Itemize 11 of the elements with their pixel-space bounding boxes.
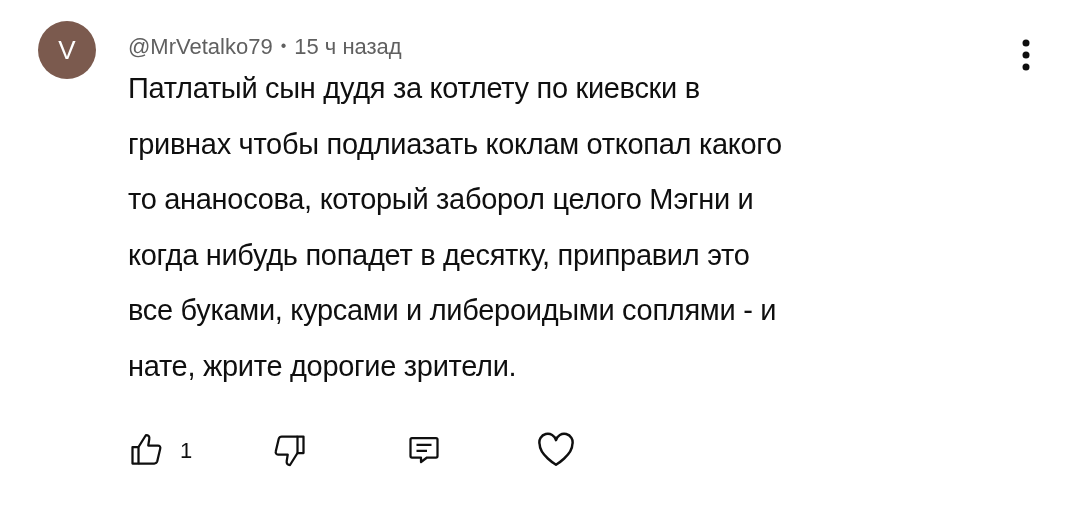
like-button[interactable] [128, 432, 164, 468]
more-icon[interactable] [1022, 39, 1030, 71]
heart-button[interactable] [536, 432, 577, 468]
separator: • [280, 36, 287, 56]
author-name[interactable]: @MrVetalko79 [128, 29, 273, 63]
thumbs-up-icon [128, 432, 164, 468]
comment-text: Патлатый сын дудя за котлету по киевски в гривнах чтобы подлиазать коклам откопал какого то ананосова, который заборол целого Мэгни и когда нибудь попадет в десятку, приправил это все буками, курсами и либероидыми соплями - и нате, жрите дорогие зрители. [128, 71, 783, 384]
heart-icon [536, 432, 577, 468]
avatar[interactable]: V [38, 21, 96, 79]
comment-time: 15 ч назад [294, 32, 402, 61]
like-count: 1 [180, 436, 193, 465]
